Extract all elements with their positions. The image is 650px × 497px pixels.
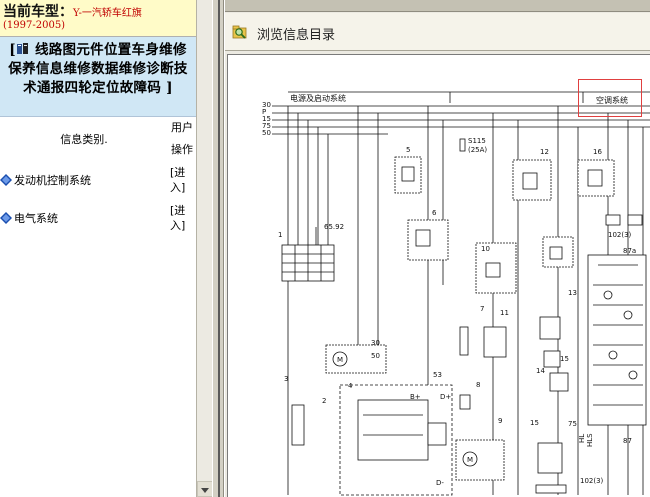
component-9: 9 [498, 417, 502, 425]
diamond-bullet-icon [0, 174, 12, 186]
component-16: 15 [530, 419, 539, 427]
nav-link-maintenance[interactable]: 保养信息 [8, 61, 63, 77]
fuse-rating: (25A) [468, 146, 487, 154]
nav-link-repair-data[interactable]: 维修数据 [63, 61, 118, 77]
ref-102-3-bottom: 102(3) [580, 477, 604, 485]
enter-link-engine[interactable]: [进 入] [168, 161, 196, 199]
bus-label-50: 50 [262, 129, 271, 137]
ref-102-3: 102(3) [608, 231, 632, 239]
current-vehicle-label: 当前车型： [3, 4, 73, 20]
current-vehicle-model: Y-一汽轿车红旗 [73, 8, 142, 19]
component-8: 8 [476, 381, 480, 389]
nav-bracket-close: ] [166, 80, 173, 96]
magnifier-folder-icon [232, 25, 247, 39]
component-1: 1 [278, 231, 282, 239]
svg-text:M: M [467, 456, 473, 464]
browse-catalog-header: 浏览信息目录 [225, 13, 650, 51]
scroll-down-arrow-icon[interactable] [197, 481, 213, 497]
header-user: 用户 [171, 121, 193, 134]
component-10: 10 [481, 245, 490, 253]
svg-text:M: M [337, 356, 343, 364]
nav-link-component-location[interactable]: 元件位置 [76, 42, 131, 58]
category-electrical[interactable]: 电气系统 [14, 212, 58, 225]
terminal-b-plus: B+ [410, 393, 421, 401]
svg-text:30: 30 [371, 339, 380, 347]
ref-hl: HL [578, 434, 586, 443]
info-type-nav: [ 线路图元件位置车身维修保养信息维修数据维修诊断技术通报四轮定位故障码 ] [0, 37, 196, 117]
terminal-d-minus: D- [436, 479, 444, 487]
nav-link-wheel-alignment[interactable]: 四轮定位 [65, 80, 120, 96]
left-frame: 当前车型：Y-一汽轿车红旗 (1997-2005) [ 线路图元件位置车身维修保… [0, 0, 196, 497]
component-2: 2 [322, 397, 326, 405]
component-5: 5 [406, 146, 410, 154]
component-7: 7 [480, 305, 484, 313]
browse-catalog-title: 浏览信息目录 [257, 28, 336, 43]
nav-link-wiring[interactable]: 线路图 [35, 42, 76, 58]
header-action: 操作 [171, 143, 193, 156]
component-13: 13 [568, 289, 577, 297]
category-engine-control[interactable]: 发动机控制系统 [14, 174, 91, 187]
nav-link-body-repair[interactable]: 车身维修 [132, 42, 187, 58]
component-11: 11 [500, 309, 509, 317]
current-vehicle-years: (1997-2005) [3, 20, 66, 32]
component-12: 12 [540, 148, 549, 156]
wiring-diagram: 电源及启动系统 空调系统 30 P 15 75 50 S115 (25A) 5 … [262, 91, 650, 496]
nav-link-diagnostics[interactable]: 维修诊断 [119, 61, 174, 77]
current-vehicle-header: 当前车型：Y-一汽轿车红旗 (1997-2005) [0, 0, 196, 37]
wiring-diagram-viewer[interactable]: 电源及启动系统 空调系统 30 P 15 75 50 S115 (25A) 5 … [227, 54, 650, 497]
component-15: 15 [560, 355, 569, 363]
left-scrollbar[interactable] [196, 0, 213, 497]
component-18: 16 [593, 148, 602, 156]
component-6: 6 [432, 209, 437, 217]
ac-system-highlight [578, 79, 642, 117]
table-row: 电气系统 [进 入] [0, 199, 196, 237]
ref-hls: HLS [586, 433, 594, 447]
component-4: 4 [348, 382, 353, 390]
nav-link-fault-codes[interactable]: 故障码 [120, 80, 161, 96]
nav-bracket-open: [ [9, 42, 16, 58]
info-category-table: 信息类别. 用户 操作 发动机控制系统 [进 入] 电气系统 [进 入] [0, 117, 196, 237]
ref-87: 87 [623, 437, 632, 445]
table-row: 发动机控制系统 [进 入] [0, 161, 196, 199]
component-3: 3 [284, 375, 288, 383]
splitter-line [218, 0, 220, 497]
header-category: 信息类别. [60, 133, 108, 146]
right-frame: 浏览信息目录 电源及启动系统 空调系统 30 P 15 75 50 S115 (… [225, 0, 650, 497]
ref-87a: 87a [623, 247, 636, 255]
fuse-label: S115 [468, 137, 486, 145]
ref-65-92: 65.92 [324, 223, 344, 231]
enter-link-electrical[interactable]: [进 入] [168, 199, 196, 237]
book-icon [16, 43, 28, 54]
label-power-start: 电源及启动系统 [290, 93, 346, 103]
terminal-d-plus: D+ [440, 393, 451, 401]
diamond-bullet-icon [0, 212, 12, 224]
right-top-bar [225, 0, 650, 12]
ref-53: 53 [433, 371, 442, 379]
ref-75: 75 [568, 420, 577, 428]
component-14: 14 [536, 367, 545, 375]
svg-text:50: 50 [371, 352, 380, 360]
